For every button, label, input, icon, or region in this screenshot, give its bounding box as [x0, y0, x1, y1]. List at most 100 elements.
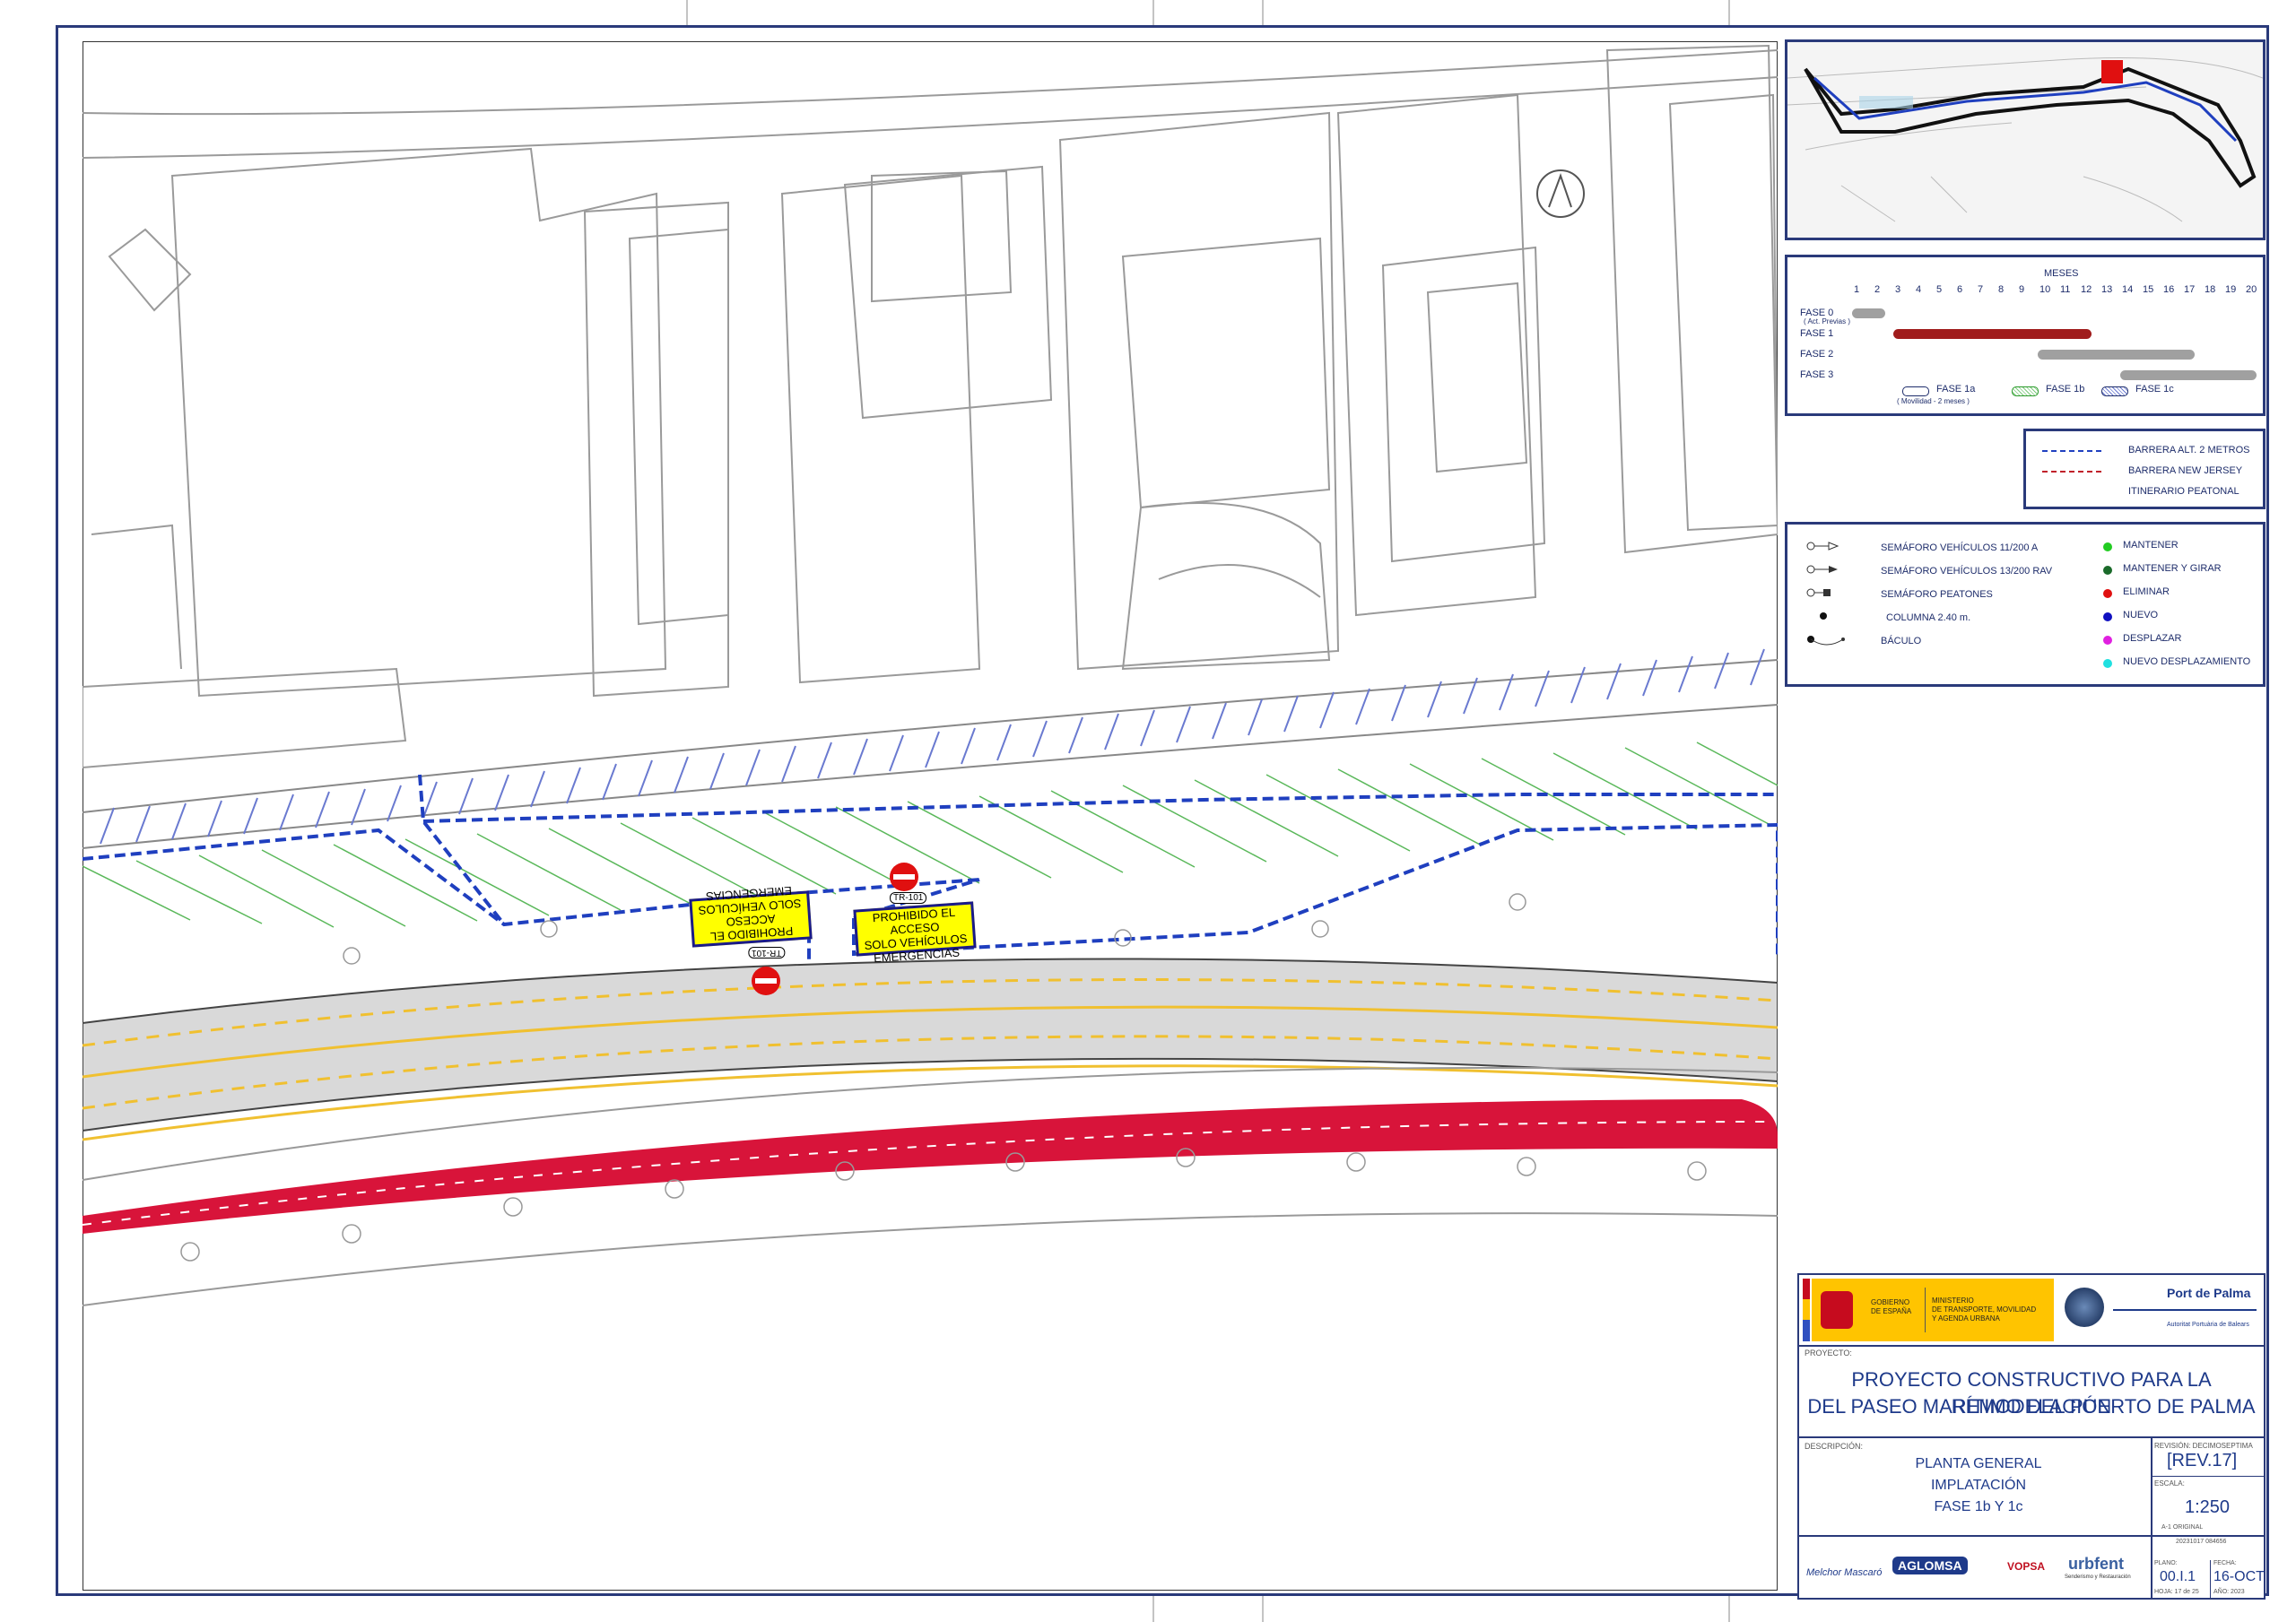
sign-code-label: TR-101 [890, 892, 927, 904]
barrier-label: BARRERA ALT. 2 METROS [2128, 445, 2250, 455]
month-label: 13 [2101, 284, 2113, 295]
month-label: 20 [2246, 284, 2257, 295]
port-globe-icon [2065, 1288, 2104, 1327]
barrier-label: ITINERARIO PEATONAL [2128, 486, 2239, 497]
flag-strip [1803, 1279, 1810, 1341]
month-label: 19 [2225, 284, 2237, 295]
fecha-value: 16-OCT [2213, 1569, 2265, 1584]
fase1b-swatch [2012, 386, 2039, 396]
bottom-ticks [1152, 1596, 1730, 1622]
desc-line1: PLANTA GENERAL [1915, 1456, 2042, 1471]
fase1b-label: FASE 1b [2046, 384, 2085, 395]
month-label: 14 [2122, 284, 2134, 295]
month-label: 16 [2163, 284, 2175, 295]
proyecto-label: PROYECTO: [1805, 1349, 1852, 1357]
schedule-panel: MESES 1 2 3 4 5 6 7 8 9 10 11 12 13 14 15 16 17 18 19 20 FA… [1785, 255, 2266, 416]
port-name: Port de Palma [2167, 1286, 2251, 1300]
status-label: NUEVO DESPLAZAMIENTO [2123, 656, 2251, 667]
logo-mascaro: Melchor Mascaró [1806, 1567, 1883, 1578]
no-entry-icon [890, 863, 918, 891]
status-dot [2103, 659, 2112, 668]
phase-label: FASE 1 [1800, 328, 1834, 339]
desc-line2: IMPLATACIÓN [1930, 1478, 2027, 1493]
revision-value: [REV.17] [2167, 1451, 2238, 1470]
logo-urbfent-sub: Senderismo y Restauración [2065, 1574, 2131, 1580]
phase-bar [2120, 370, 2257, 380]
logo-aglomsa: AGLOMSA [1892, 1557, 1968, 1574]
plan-view [83, 41, 1778, 1591]
status-dot [2103, 566, 2112, 575]
status-dot [2103, 542, 2112, 551]
port-subtitle: Autoritat Portuària de Balears [2167, 1322, 2249, 1328]
key-map [1785, 39, 2266, 240]
month-label: 12 [2081, 284, 2092, 295]
month-label: 15 [2143, 284, 2154, 295]
gov-label: GOBIERNO DE ESPAÑA [1871, 1298, 1912, 1315]
month-label: 17 [2184, 284, 2196, 295]
month-label: 10 [2039, 284, 2051, 295]
fase1a-sublabel: ( Movilidad - 2 meses ) [1897, 397, 1970, 405]
status-label: MANTENER [2123, 540, 2179, 551]
file-code: 20231017 084656 [2176, 1539, 2227, 1545]
month-label: 1 [1854, 284, 1860, 295]
logo-urbfent: urbfent [2068, 1555, 2124, 1573]
anio-label: AÑO: 2023 [2213, 1589, 2245, 1595]
status-label: ELIMINAR [2123, 586, 2170, 597]
barrier-legend: BARRERA ALT. 2 METROS BARRERA NEW JERSEY… [2023, 429, 2266, 509]
plano-value: 00.I.1 [2160, 1569, 2196, 1584]
phase-label: FASE 3 [1800, 369, 1834, 380]
ministry-label: MINISTERIO DE TRANSPORTE, MOVILIDAD Y AG… [1932, 1297, 2037, 1323]
signal-label: SEMÁFORO VEHÍCULOS 13/200 RAV [1881, 566, 2053, 577]
signal-label: BÁCULO [1881, 636, 1922, 646]
month-label: 5 [1936, 284, 1943, 295]
status-dot [2103, 589, 2112, 598]
phase-label: FASE 2 [1800, 349, 1834, 360]
desc-line3: FASE 1b Y 1c [1934, 1499, 2023, 1514]
phase-bar [1852, 308, 1885, 318]
top-ticks [686, 0, 1730, 25]
status-label: DESPLAZAR [2123, 633, 2182, 644]
signal-label: SEMÁFORO PEATONES [1881, 589, 1993, 600]
spain-crest-icon [1821, 1291, 1853, 1329]
month-label: 2 [1874, 284, 1881, 295]
fecha-label: FECHA: [2213, 1560, 2237, 1566]
month-label: 6 [1957, 284, 1963, 295]
signal-label: COLUMNA 2.40 m. [1886, 612, 1971, 623]
status-dot [2103, 612, 2112, 621]
key-map-drawing [1787, 42, 2264, 238]
month-label: 18 [2205, 284, 2216, 295]
escala-label: ESCALA: [2154, 1479, 2185, 1488]
sign-code-label: TR-101 [748, 947, 786, 958]
formato-label: A-1 ORIGINAL [2161, 1524, 2204, 1531]
month-label: 11 [2060, 284, 2071, 295]
phase-sublabel: ( Act. Previas ) [1804, 317, 1851, 325]
schedule-header: MESES [2044, 268, 2079, 279]
plano-label: PLANO: [2154, 1560, 2178, 1566]
barrier-label: BARRERA NEW JERSEY [2128, 465, 2243, 476]
descripcion-label: DESCRIPCIÓN: [1805, 1442, 1864, 1451]
status-dot [2103, 636, 2112, 645]
fase1a-label: FASE 1a [1936, 384, 1976, 395]
proyecto-line2: DEL PASEO MARÍTIMO DEL PUERTO DE PALMA [1807, 1395, 2256, 1418]
revision-label: REVISIÓN: DECIMOSEPTIMA [2154, 1442, 2253, 1450]
phase-bar [1893, 329, 2092, 339]
fase1a-swatch [1902, 386, 1929, 396]
barrier-swatches [2042, 450, 2105, 473]
logo-vopsa: VOPSA [2007, 1560, 2046, 1573]
no-entry-icon [752, 967, 780, 995]
fase1c-swatch [2101, 386, 2128, 396]
month-label: 4 [1916, 284, 1922, 295]
hoja-label: HOJA: 17 de 25 [2154, 1589, 2199, 1595]
title-block: GOBIERNO DE ESPAÑA MINISTERIO DE TRANSPO… [1797, 1273, 2266, 1600]
status-label: NUEVO [2123, 610, 2159, 620]
month-label: 8 [1998, 284, 2005, 295]
signal-symbols [1806, 542, 1845, 646]
phase-bar [2038, 350, 2195, 360]
month-label: 3 [1895, 284, 1901, 295]
signal-label: SEMÁFORO VEHÍCULOS 11/200 A [1881, 542, 2039, 553]
symbol-legend: SEMÁFORO VEHÍCULOS 11/200 A SEMÁFORO VEHÍ… [1785, 522, 2266, 687]
sign-emergency-upright: PROHIBIDO EL ACCESO SOLO VEHÍCULOS EMERG… [853, 901, 977, 965]
month-label: 7 [1978, 284, 1984, 295]
sign-emergency-inverted: PROHIBIDO EL ACCESO SOLO VEHÍCULOS EMERG… [689, 884, 813, 948]
status-label: MANTENER Y GIRAR [2123, 563, 2222, 574]
